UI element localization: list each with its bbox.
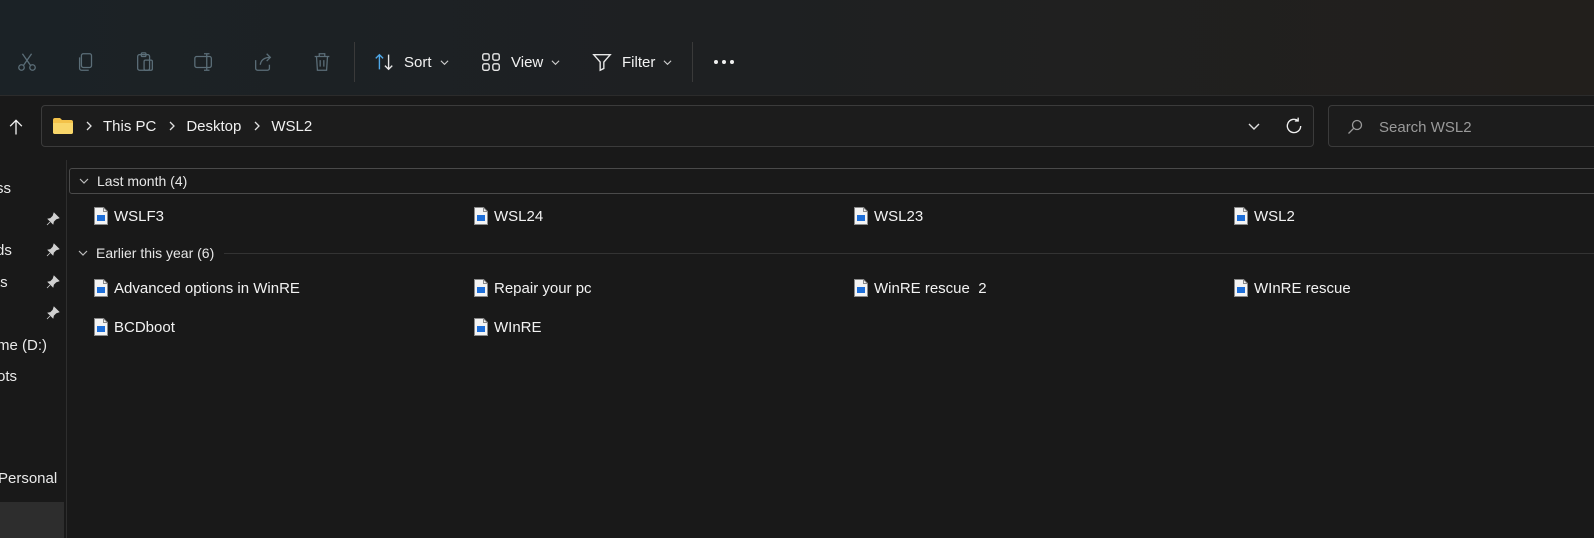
cut-icon[interactable] bbox=[12, 47, 42, 77]
nav-item-label: Personal bbox=[0, 470, 58, 487]
search-icon bbox=[1348, 119, 1363, 134]
file-name: WSLF3 bbox=[114, 207, 165, 225]
nav-item[interactable] bbox=[0, 207, 66, 233]
file-item[interactable]: Repair your pc bbox=[474, 276, 592, 300]
sort-label: Sort bbox=[404, 53, 432, 71]
chevron-down-icon bbox=[78, 250, 88, 256]
pin-icon bbox=[46, 212, 60, 226]
address-dropdown-icon[interactable] bbox=[1247, 119, 1261, 133]
breadcrumb-this-pc[interactable]: This PC bbox=[103, 118, 156, 135]
nav-item-label: me (D:) bbox=[0, 337, 47, 354]
nav-item[interactable]: ds bbox=[0, 238, 66, 264]
file-name: Repair your pc bbox=[494, 279, 592, 297]
chevron-right-icon bbox=[254, 121, 261, 131]
file-item[interactable]: WinRE rescue 2 bbox=[854, 276, 987, 300]
file-item[interactable]: WInRE bbox=[474, 315, 542, 339]
nav-item-label: ds bbox=[0, 242, 12, 259]
view-button[interactable]: View bbox=[480, 47, 560, 77]
nav-item[interactable]: ots bbox=[0, 364, 66, 390]
document-icon bbox=[94, 318, 108, 336]
file-item[interactable]: WSL2 bbox=[1234, 204, 1295, 228]
file-item[interactable]: WSL24 bbox=[474, 204, 543, 228]
nav-item[interactable] bbox=[0, 301, 66, 327]
command-bar: Sort View Filter bbox=[0, 0, 1594, 96]
pane-divider[interactable] bbox=[66, 160, 67, 538]
address-bar[interactable]: This PC Desktop WSL2 bbox=[41, 105, 1314, 147]
paste-icon[interactable] bbox=[130, 47, 160, 77]
file-explorer-window: Sort View Filter This PC Desktop WSL2 Se… bbox=[0, 0, 1594, 538]
document-icon bbox=[1234, 207, 1248, 225]
breadcrumb-wsl2[interactable]: WSL2 bbox=[271, 118, 312, 135]
more-icon[interactable] bbox=[712, 52, 736, 72]
up-button[interactable] bbox=[2, 113, 30, 141]
folder-icon bbox=[53, 118, 73, 134]
arrow-up-icon bbox=[9, 119, 23, 135]
file-name: WSL23 bbox=[874, 207, 924, 225]
copy-icon[interactable] bbox=[71, 47, 101, 77]
file-name: WSL2 bbox=[1254, 207, 1295, 225]
view-label: View bbox=[511, 53, 544, 71]
nav-item[interactable]: ts bbox=[0, 270, 66, 296]
group-title: Earlier this year (6) bbox=[96, 245, 215, 261]
document-icon bbox=[1234, 279, 1248, 297]
delete-icon[interactable] bbox=[307, 47, 337, 77]
breadcrumb-desktop[interactable]: Desktop bbox=[186, 118, 241, 135]
group-header-earlier-this-year[interactable]: Earlier this year (6) bbox=[69, 240, 1594, 266]
chevron-down-icon bbox=[663, 59, 672, 65]
file-item[interactable]: WInRE rescue bbox=[1234, 276, 1351, 300]
document-icon bbox=[854, 207, 868, 225]
sort-button[interactable]: Sort bbox=[373, 47, 449, 77]
toolbar-separator bbox=[692, 42, 693, 82]
file-item[interactable]: WSLF3 bbox=[94, 204, 164, 228]
refresh-icon bbox=[1286, 117, 1302, 134]
file-name: WinRE rescue 2 bbox=[874, 279, 987, 297]
nav-item-label: ts bbox=[0, 274, 8, 291]
document-icon bbox=[474, 279, 488, 297]
filter-button[interactable]: Filter bbox=[591, 47, 672, 77]
rename-icon[interactable] bbox=[189, 47, 219, 77]
nav-item[interactable]: Personal bbox=[0, 466, 66, 492]
document-icon bbox=[854, 279, 868, 297]
document-icon bbox=[94, 207, 108, 225]
chevron-down-icon bbox=[551, 59, 560, 65]
file-name: WInRE rescue bbox=[1254, 279, 1351, 297]
pin-icon bbox=[46, 306, 60, 320]
file-item[interactable]: BCDboot bbox=[94, 315, 175, 339]
nav-item-selected[interactable] bbox=[0, 502, 64, 538]
pin-icon bbox=[46, 243, 60, 257]
sort-icon bbox=[375, 53, 393, 71]
file-name: WInRE bbox=[494, 318, 542, 336]
filter-icon bbox=[592, 53, 612, 72]
view-icon bbox=[482, 53, 500, 71]
nav-item-label: ss bbox=[0, 180, 11, 197]
search-box[interactable] bbox=[1328, 105, 1594, 147]
document-icon bbox=[474, 207, 488, 225]
nav-item[interactable]: ss bbox=[0, 176, 66, 202]
file-item[interactable]: Advanced options in WinRE bbox=[94, 276, 300, 300]
chevron-down-icon bbox=[79, 178, 89, 184]
search-input[interactable] bbox=[1377, 116, 1581, 138]
file-name: WSL24 bbox=[494, 207, 544, 225]
pin-icon bbox=[46, 275, 60, 289]
file-name: Advanced options in WinRE bbox=[114, 279, 300, 297]
nav-item[interactable]: me (D:) bbox=[0, 333, 66, 359]
nav-item-label: ots bbox=[0, 368, 18, 385]
file-name: BCDboot bbox=[114, 318, 175, 336]
toolbar-separator bbox=[354, 42, 355, 82]
chevron-down-icon bbox=[440, 59, 448, 65]
refresh-button[interactable] bbox=[1281, 113, 1307, 139]
group-header-last-month[interactable]: Last month (4) bbox=[69, 168, 1594, 194]
chevron-right-icon bbox=[86, 121, 92, 131]
filter-label: Filter bbox=[622, 53, 656, 71]
share-icon[interactable] bbox=[248, 47, 278, 77]
file-item[interactable]: WSL23 bbox=[854, 204, 923, 228]
group-title: Last month (4) bbox=[97, 173, 188, 189]
navigation-pane: ss ds ts me (D:) ots Personal bbox=[0, 160, 66, 538]
document-icon bbox=[94, 279, 108, 297]
document-icon bbox=[474, 318, 488, 336]
group-divider bbox=[224, 252, 1594, 254]
chevron-right-icon bbox=[169, 121, 176, 131]
